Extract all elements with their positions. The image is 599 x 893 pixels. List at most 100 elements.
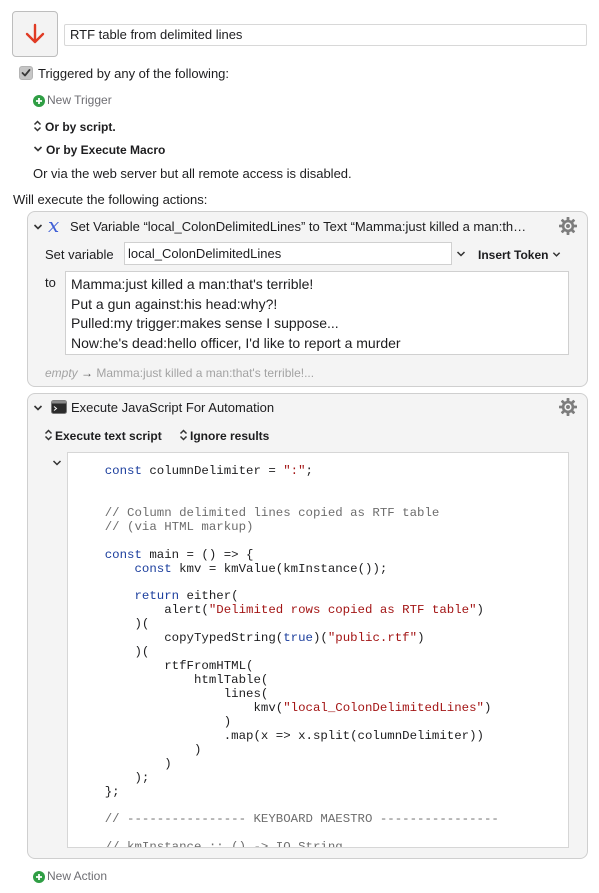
preview-arrow: →	[81, 366, 94, 380]
code-token: kmv(	[75, 700, 284, 715]
web-server-note: Or via the web server but all remote acc…	[33, 166, 352, 181]
execute-option-label: Execute text script	[55, 429, 162, 443]
code-line: htmlTable(	[75, 673, 568, 688]
code-token: main = () => {	[141, 547, 254, 562]
triggered-label: Triggered by any of the following:	[38, 66, 230, 81]
code-line: // Column delimited lines copied as RTF …	[75, 505, 568, 521]
code-token: return	[134, 589, 180, 604]
insert-token-label: Insert Token	[478, 248, 549, 262]
new-trigger-button[interactable]: New Trigger	[33, 92, 112, 108]
collapse-chevron-icon[interactable]	[33, 403, 43, 413]
variable-name-field[interactable]: local_ColonDelimitedLines	[124, 242, 452, 265]
terminal-icon	[51, 400, 67, 414]
text-line: Now:he's dead:hello officer, I'd like to…	[71, 334, 401, 351]
code-token: const	[134, 561, 172, 576]
code-token: "public.rtf"	[327, 631, 418, 646]
code-token: )	[75, 756, 172, 771]
set-variable-action-title: Set Variable “local_ColonDelimitedLines”…	[70, 219, 527, 234]
code-token: )	[476, 603, 484, 618]
down-arrow-icon	[25, 23, 45, 44]
code-line: const columnDelimiter = ":";	[75, 464, 568, 479]
gear-icon[interactable]	[558, 216, 578, 236]
text-line: Pulled:my trigger:makes sense I suppose.…	[71, 315, 339, 331]
or-by-script-label: Or by script.	[45, 120, 116, 134]
triggered-checkbox[interactable]	[19, 66, 33, 80]
macro-name-field[interactable]: RTF table from delimited lines	[64, 24, 587, 46]
code-line: )	[75, 742, 568, 758]
results-option-popup[interactable]: Ignore results	[179, 428, 269, 444]
code-line: // (via HTML markup)	[75, 520, 568, 535]
text-line: Put a gun against:his head:why?!	[71, 295, 278, 312]
code-line: );	[75, 771, 568, 786]
code-line: )(	[75, 617, 568, 632]
code-token: )	[483, 700, 492, 715]
code-token: )	[75, 714, 232, 729]
set-variable-label: Set variable	[45, 247, 114, 262]
code-line: copyTypedString(true)("public.rtf")	[75, 631, 568, 646]
code-token: const	[104, 464, 142, 478]
variable-x-icon: 𝑥	[48, 213, 60, 237]
chevron-down-icon	[33, 146, 43, 152]
macro-icon-well[interactable]	[12, 11, 58, 57]
to-label: to	[45, 275, 56, 290]
insert-token-button[interactable]: Insert Token	[478, 247, 561, 263]
code-line: const main = () => {	[75, 547, 568, 563]
preview-empty: empty	[45, 366, 78, 380]
code-line: alert("Delimited rows copied as RTF tabl…	[75, 603, 568, 618]
new-action-button[interactable]: New Action	[33, 868, 107, 884]
code-token: // ---------------- KEYBOARD MAESTRO ---…	[104, 812, 499, 827]
code-token: )	[75, 742, 202, 757]
code-token: htmlTable(	[75, 673, 269, 688]
results-option-label: Ignore results	[190, 429, 270, 443]
code-token: )(	[75, 645, 150, 660]
add-circle-icon	[33, 871, 45, 883]
code-line: )	[75, 756, 568, 772]
up-down-chevron-icon	[44, 429, 53, 441]
chevron-down-icon	[552, 252, 560, 257]
code-token: // Column delimited lines copied as RTF …	[104, 505, 440, 520]
code-token: const	[104, 547, 142, 562]
gear-icon[interactable]	[558, 397, 578, 417]
code-token: };	[75, 784, 120, 799]
code-token: kmv = kmValue(kmInstance());	[171, 561, 388, 576]
code-token: either(	[179, 589, 239, 604]
script-editor[interactable]: const columnDelimiter = ":"; // Column d…	[67, 452, 569, 848]
code-token: )	[417, 631, 425, 646]
code-line: kmv("local_ColonDelimitedLines")	[75, 700, 568, 716]
code-line: const kmv = kmValue(kmInstance());	[75, 561, 568, 577]
or-by-execute-macro-disclosure[interactable]: Or by Execute Macro	[33, 142, 165, 158]
code-line: .map(x => x.split(columnDelimiter))	[75, 728, 568, 744]
code-line: // kmInstance :: () -> IO String	[75, 840, 568, 847]
code-token: ;	[305, 464, 313, 478]
code-line: return either(	[75, 589, 568, 604]
code-token: )(	[312, 631, 328, 646]
or-by-script-disclosure[interactable]: Or by script.	[33, 119, 116, 135]
code-line: )	[75, 714, 568, 730]
code-token: .map(x => x.split(columnDelimiter))	[75, 728, 484, 743]
jxa-action-title: Execute JavaScript For Automation	[71, 400, 275, 415]
execute-option-popup[interactable]: Execute text script	[44, 428, 162, 444]
code-line: rtfFromHTML(	[75, 659, 568, 674]
script-disclosure-chevron-icon[interactable]	[52, 458, 62, 468]
code-line: lines(	[75, 687, 568, 702]
code-token: true	[283, 631, 313, 646]
code-token: ":"	[283, 464, 306, 478]
add-circle-icon	[33, 95, 45, 107]
code-token: "Delimited rows copied as RTF table"	[208, 603, 477, 618]
collapse-chevron-icon[interactable]	[33, 222, 43, 232]
code-lines: const columnDelimiter = ":"; // Column d…	[68, 453, 568, 847]
code-token: lines(	[75, 687, 269, 701]
variable-dropdown-chevron-icon[interactable]	[456, 249, 466, 259]
variable-text-area[interactable]: Mamma:just killed a man:that's terrible!…	[65, 271, 569, 355]
